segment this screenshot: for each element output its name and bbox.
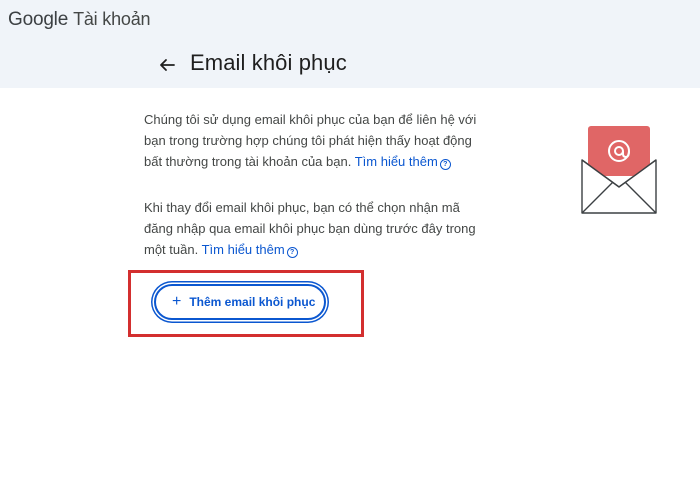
account-label: Tài khoản: [73, 9, 151, 29]
help-icon: ?: [286, 247, 298, 258]
learn-more-link-2[interactable]: Tìm hiểu thêm?: [202, 242, 298, 258]
help-icon: ?: [439, 159, 451, 170]
add-recovery-email-button[interactable]: + Thêm email khôi phục: [154, 284, 326, 320]
change-info-text: Khi thay đổi email khôi phục, bạn có thể…: [144, 200, 476, 257]
brand-logo[interactable]: Google Tài khoản: [8, 9, 151, 31]
description-paragraph: Chúng tôi sử dụng email khôi phục của bạ…: [144, 109, 484, 172]
google-wordmark: Google: [8, 9, 69, 30]
plus-icon: +: [172, 293, 182, 310]
add-recovery-email-label: Thêm email khôi phục: [189, 295, 316, 309]
top-header: Google Tài khoản Email khôi phục: [0, 0, 700, 88]
change-info-paragraph: Khi thay đổi email khôi phục, bạn có thể…: [144, 197, 484, 260]
back-arrow-icon[interactable]: [156, 54, 178, 76]
envelope-email-icon: [580, 125, 658, 215]
learn-more-link[interactable]: Tìm hiểu thêm?: [355, 154, 451, 170]
page-title: Email khôi phục: [190, 50, 347, 75]
